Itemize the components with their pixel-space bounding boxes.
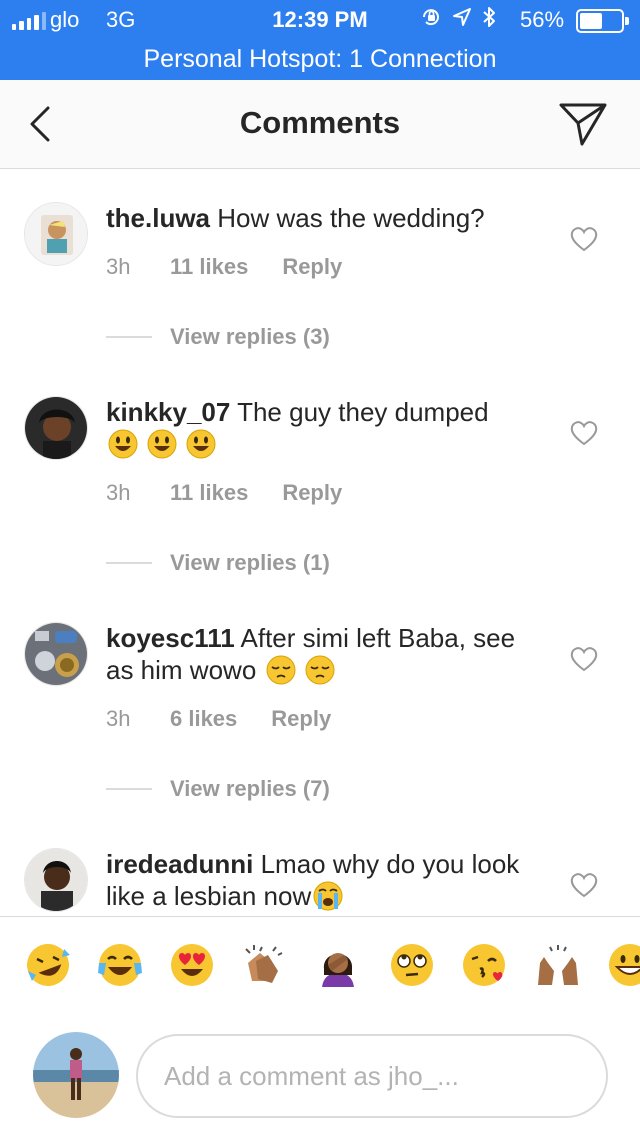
pensive-emoji: [266, 655, 296, 685]
comment-text: The guy they dumped: [237, 397, 489, 427]
comment-time: 3h: [106, 706, 131, 731]
status-bar: glo 3G 12:39 PM 56%: [0, 0, 640, 40]
battery-icon: [576, 9, 629, 33]
comment-username[interactable]: koyesc111: [106, 623, 235, 653]
orientation-lock-icon: [423, 9, 439, 26]
comment-likes[interactable]: 11 likes: [170, 254, 248, 280]
joy-emoji[interactable]: [96, 941, 144, 989]
kissing-heart-emoji[interactable]: [460, 941, 508, 989]
avatar: [33, 1032, 119, 1118]
eye-roll-emoji[interactable]: [388, 941, 436, 989]
like-heart-icon[interactable]: [570, 226, 598, 252]
reply-button[interactable]: Reply: [271, 706, 331, 732]
comment-username[interactable]: iredeadunni: [106, 849, 253, 879]
view-replies-label: View replies (7): [170, 776, 330, 801]
direct-message-icon[interactable]: [558, 101, 608, 147]
status-icons: [420, 6, 496, 28]
crying-emoji: [313, 881, 343, 911]
view-replies-label: View replies (3): [170, 324, 330, 349]
view-replies-label: View replies (1): [170, 550, 330, 575]
raised-hands-emoji[interactable]: [534, 941, 582, 989]
avatar[interactable]: [24, 396, 88, 460]
battery-percent: 56%: [520, 7, 565, 32]
avatar[interactable]: [24, 848, 88, 912]
page-title: Comments: [239, 105, 401, 140]
rofl-emoji[interactable]: [24, 941, 72, 989]
facepalm-emoji[interactable]: [314, 941, 362, 989]
like-heart-icon[interactable]: [570, 646, 598, 672]
smiley-emoji: [108, 429, 138, 459]
clapping-emoji[interactable]: [240, 941, 288, 989]
pensive-emoji: [305, 655, 335, 685]
avatar[interactable]: [24, 202, 88, 266]
reply-button[interactable]: Reply: [282, 254, 342, 280]
like-heart-icon[interactable]: [570, 420, 598, 446]
comment-likes[interactable]: 11 likes: [170, 480, 248, 506]
comment-likes[interactable]: 6 likes: [170, 706, 237, 732]
divider-line: [106, 336, 152, 338]
avatar[interactable]: [24, 622, 88, 686]
comment-username[interactable]: kinkky_07: [106, 397, 230, 427]
heart-eyes-emoji[interactable]: [168, 941, 216, 989]
comment-input[interactable]: [136, 1034, 608, 1118]
comment-time: 3h: [106, 254, 131, 279]
comment-composer: [0, 1014, 640, 1136]
bluetooth-icon: [483, 7, 495, 27]
location-icon: [453, 8, 471, 26]
divider-line: [106, 562, 152, 564]
quick-emoji-bar: [0, 916, 640, 1014]
hotspot-banner[interactable]: Personal Hotspot: 1 Connection: [0, 40, 640, 80]
divider-line: [106, 788, 152, 790]
view-replies-button[interactable]: View replies (3): [106, 324, 330, 350]
comment-time: 3h: [106, 480, 131, 505]
reply-button[interactable]: Reply: [282, 480, 342, 506]
smiley-emoji: [186, 429, 216, 459]
comment-text: How was the wedding?: [217, 203, 485, 233]
comment-username[interactable]: the.luwa: [106, 203, 210, 233]
comments-list[interactable]: the.luwa How was the wedding? 3h 11 like…: [0, 170, 640, 916]
like-heart-icon[interactable]: [570, 872, 598, 898]
view-replies-button[interactable]: View replies (1): [106, 550, 330, 576]
grinning-emoji[interactable]: [606, 941, 640, 989]
view-replies-button[interactable]: View replies (7): [106, 776, 330, 802]
navigation-bar: Comments: [0, 80, 640, 169]
smiley-emoji: [147, 429, 177, 459]
